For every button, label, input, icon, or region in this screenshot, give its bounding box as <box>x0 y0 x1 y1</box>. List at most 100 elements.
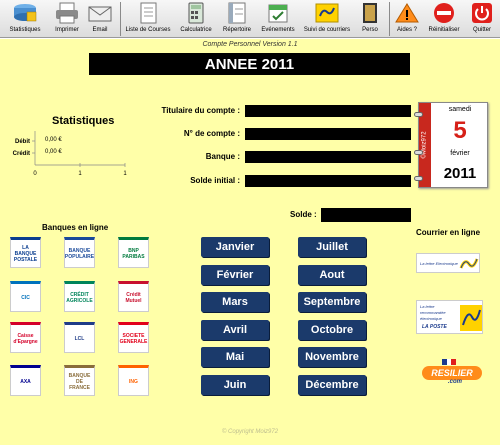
toolbar-separator <box>120 2 121 36</box>
resilier-text: RESILIER <box>422 366 482 380</box>
calendar-ring <box>414 150 423 155</box>
titulaire-label: Titulaire du compte : <box>161 106 240 115</box>
aides-button[interactable]: Aides ? <box>393 0 421 38</box>
statistiques-label: Statistiques <box>9 27 41 33</box>
la-poste-icon <box>460 305 482 331</box>
month-button-avril[interactable]: Avril <box>201 320 269 340</box>
bank-logo-text: Crédit Mutuel <box>125 291 142 304</box>
calendar-day: 5 <box>453 117 467 144</box>
courrier-title: Courrier en ligne <box>416 228 481 237</box>
bank-logo-5[interactable]: CRÉDIT AGRICOLE <box>64 281 95 312</box>
evenements-button[interactable]: Evénements <box>258 0 298 38</box>
bank-logo-text: BNP PARIBAS <box>122 247 145 260</box>
calendar-widget: ©Moiz972 samedi 5 février 2011 <box>414 100 488 188</box>
month-button-septembre[interactable]: Septembre <box>298 292 366 312</box>
events-icon <box>265 1 291 25</box>
bank-logo-text: SOCIETE GENERALE <box>119 332 148 345</box>
lettre-recommandee-link[interactable]: La lettre recommandée électronique LA PO… <box>416 300 483 334</box>
bank-logo-9[interactable]: SOCIETE GENERALE <box>118 322 149 353</box>
suivi-de-courriers-label: Suivi de courriers <box>303 27 351 33</box>
bank-logo-text: CIC <box>21 294 30 301</box>
bank-logo-text: AXA <box>20 378 31 385</box>
toolbar: Statistiques Imprimer Email Liste de Cou… <box>0 0 500 38</box>
banks-title: Banques en ligne <box>42 223 109 232</box>
perso-label: Perso <box>362 27 378 33</box>
solde-field <box>321 208 411 222</box>
lettre-recommandee-text: La lettre recommandée électronique <box>420 304 446 321</box>
email-button[interactable]: Email <box>86 0 114 38</box>
stats-title: Statistiques <box>52 115 115 127</box>
bank-logo-7[interactable]: Caisse d'Epargne <box>10 322 41 353</box>
solde-initial-label: Solde initial : <box>190 176 240 185</box>
main-panel: Compte Personnel Version 1.1 ANNEE 2011 … <box>0 39 500 445</box>
stats-label-debit: Débit <box>15 139 30 145</box>
solde-initial-field[interactable] <box>245 175 411 187</box>
banque-field[interactable] <box>245 151 411 163</box>
solde-label: Solde : <box>290 210 317 219</box>
year-title: ANNEE 2011 <box>89 53 410 75</box>
aides-label: Aides ? <box>396 27 417 33</box>
bank-logo-10[interactable]: AXA <box>10 365 41 396</box>
stats-value-credit: 0,00 € <box>45 149 62 155</box>
bank-logo-8[interactable]: LCL <box>64 322 95 353</box>
month-button-aout[interactable]: Aout <box>298 265 366 285</box>
imprimer-label: Imprimer <box>55 27 79 33</box>
calculatrice-button[interactable]: Calculatrice <box>176 0 216 38</box>
copyright: © Copyright Moiz972 <box>221 429 279 435</box>
liste-de-courses-button[interactable]: Liste de Courses <box>124 0 172 38</box>
month-button-mai[interactable]: Mai <box>201 347 269 367</box>
reinitialiser-label: Réinitialiser <box>428 27 460 33</box>
month-button-novembre[interactable]: Novembre <box>298 347 366 367</box>
titulaire-field[interactable] <box>245 105 411 117</box>
bank-logo-4[interactable]: CIC <box>10 281 41 312</box>
bank-logo-11[interactable]: BANQUE DE FRANCE <box>64 365 95 396</box>
resilier-sub-text: .com <box>448 379 463 385</box>
bank-logo-6[interactable]: Crédit Mutuel <box>118 281 149 312</box>
month-button-janvier[interactable]: Janvier <box>201 237 269 257</box>
liste-de-courses-label: Liste de Courses <box>125 27 171 33</box>
bank-logo-text: LA BANQUE POSTALE <box>13 244 38 263</box>
stats-tick: 0 <box>33 171 37 177</box>
bank-logo-text: CRÉDIT AGRICOLE <box>66 291 93 304</box>
perso-button[interactable]: Perso <box>356 0 384 38</box>
month-button-juin[interactable]: Juin <box>201 375 269 395</box>
repertoire-button[interactable]: Répertoire <box>218 0 256 38</box>
calendar-strip-text: ©Moiz972 <box>422 131 429 159</box>
bank-logo-text: LCL <box>74 335 85 342</box>
month-button-fevrier[interactable]: Février <box>201 265 269 285</box>
lettre-electronique-link[interactable]: La lettre Electronique <box>416 253 480 273</box>
month-button-mars[interactable]: Mars <box>201 292 269 312</box>
warning-icon <box>394 1 420 25</box>
bank-logo-2[interactable]: BANQUE POPULAIRE <box>64 237 95 268</box>
reset-icon <box>431 1 457 25</box>
shopping-list-icon <box>135 1 161 25</box>
bank-logo-1[interactable]: LA BANQUE POSTALE <box>10 237 41 268</box>
bank-logo-12[interactable]: ING <box>118 365 149 396</box>
la-poste-icon <box>314 1 340 25</box>
numero-compte-label: N° de compte : <box>183 129 240 138</box>
perso-icon <box>357 1 383 25</box>
email-label: Email <box>92 27 108 33</box>
database-icon <box>12 1 38 25</box>
flag-icon <box>442 359 456 365</box>
month-button-decembre[interactable]: Décembre <box>298 375 366 395</box>
month-button-octobre[interactable]: Octobre <box>298 320 366 340</box>
suivi-de-courriers-button[interactable]: Suivi de courriers <box>300 0 354 38</box>
bank-logo-text: BANQUE DE FRANCE <box>68 372 91 391</box>
calendar-ring <box>414 112 423 117</box>
statistiques-button[interactable]: Statistiques <box>2 0 48 38</box>
calendar-page: ©Moiz972 samedi 5 février 2011 <box>418 102 488 188</box>
power-icon <box>469 1 495 25</box>
la-poste-text: LA POSTE <box>422 324 447 330</box>
reinitialiser-button[interactable]: Réinitialiser <box>423 0 465 38</box>
printer-icon <box>54 1 80 25</box>
resilier-link[interactable]: RESILIER .com <box>422 359 482 389</box>
bank-logo-3[interactable]: BNP PARIBAS <box>118 237 149 268</box>
numero-compte-field[interactable] <box>245 128 411 140</box>
month-button-juillet[interactable]: Juillet <box>298 237 366 257</box>
imprimer-button[interactable]: Imprimer <box>50 0 84 38</box>
quitter-label: Quitter <box>472 27 491 33</box>
calendar-year: 2011 <box>443 165 477 182</box>
toolbar-separator <box>389 2 390 36</box>
quitter-button[interactable]: Quitter <box>467 0 497 38</box>
